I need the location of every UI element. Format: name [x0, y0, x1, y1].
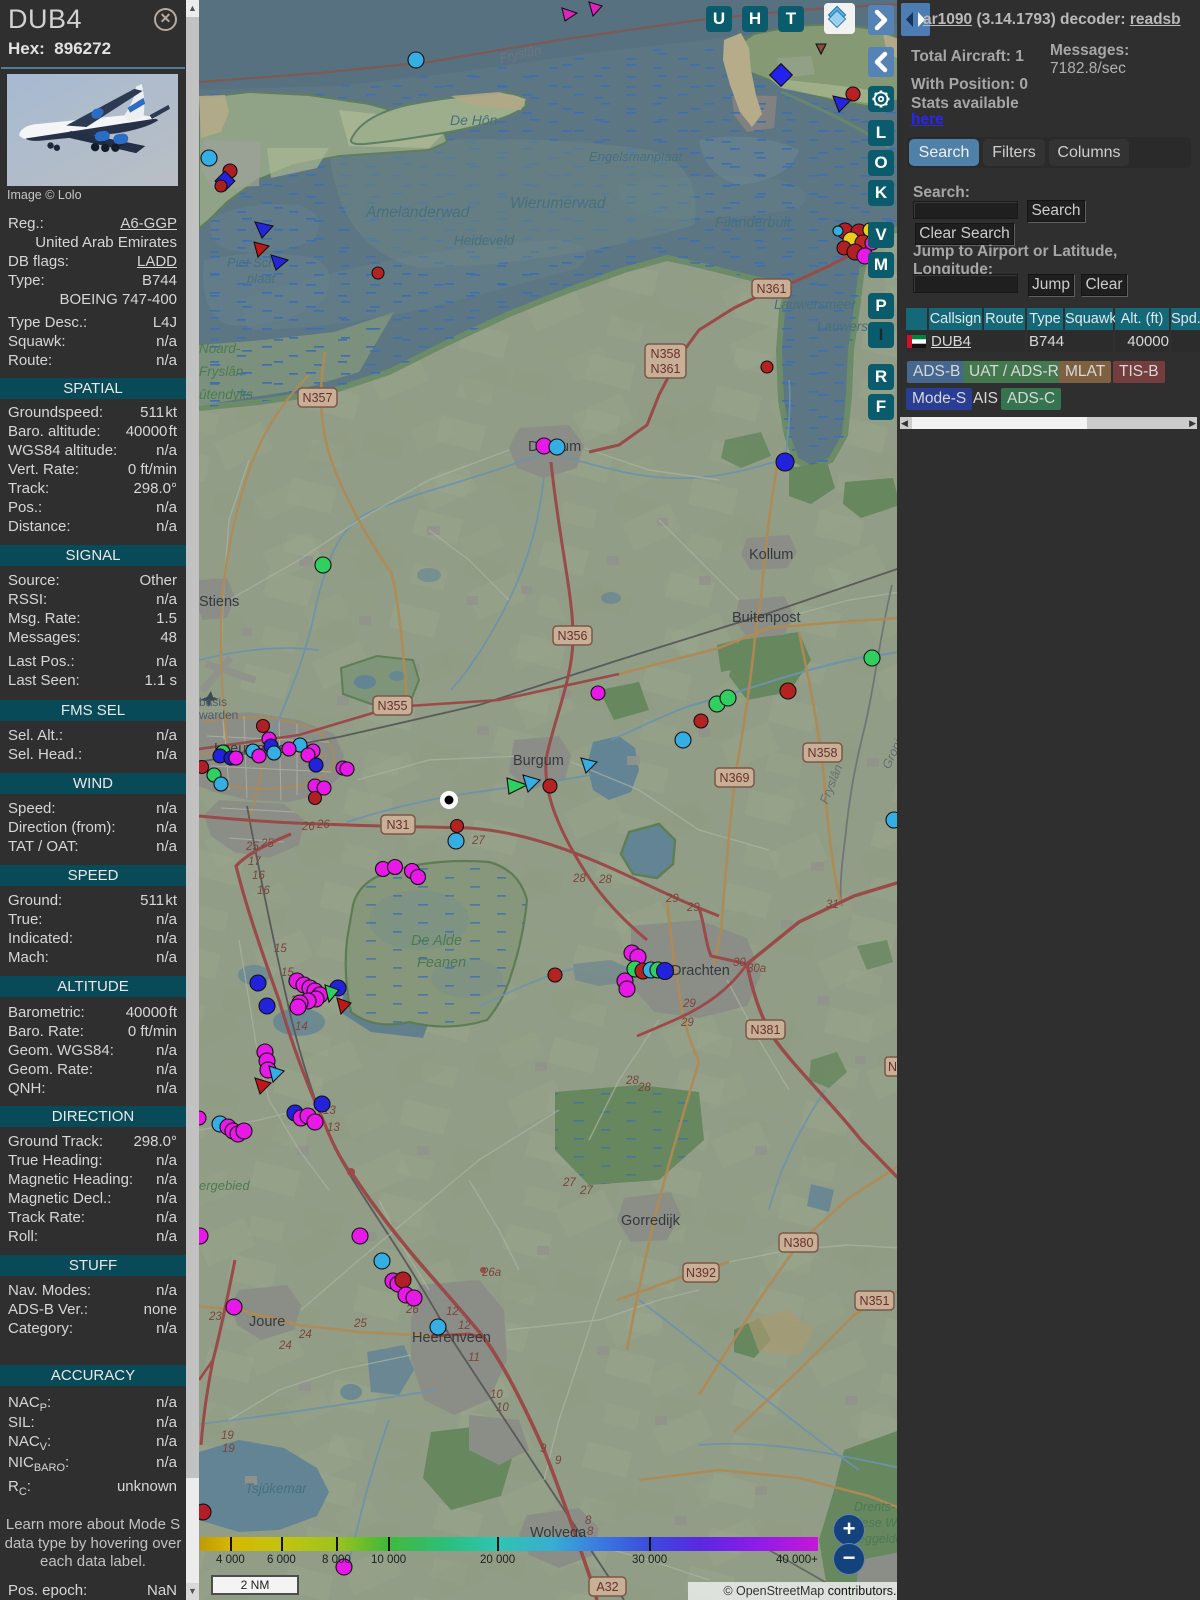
svg-text:N358: N358	[808, 746, 838, 760]
svg-text:Heerenveen: Heerenveen	[412, 1330, 491, 1346]
svg-text:Amelanderwad: Amelanderwad	[365, 204, 471, 221]
svg-text:Drents-: Drents-	[854, 1500, 895, 1514]
svg-text:25: 25	[353, 1318, 367, 1330]
svg-text:Drachten: Drachten	[671, 963, 730, 979]
svg-text:25: 25	[245, 841, 259, 853]
svg-text:Fryslân: Fryslân	[199, 364, 243, 379]
svg-text:15: 15	[274, 943, 287, 955]
svg-text:Heideveld: Heideveld	[454, 233, 515, 248]
svg-text:30: 30	[733, 957, 746, 969]
svg-text:De Alde: De Alde	[411, 933, 462, 949]
svg-text:Lauwersmeer: Lauwersmeer	[774, 297, 856, 312]
svg-text:14: 14	[295, 1021, 308, 1033]
svg-text:ûtendyks: ûtendyks	[199, 387, 253, 402]
svg-text:Gorredijk: Gorredijk	[621, 1213, 681, 1229]
svg-text:N31: N31	[387, 818, 410, 832]
svg-text:29: 29	[680, 1017, 694, 1029]
svg-text:Joure: Joure	[249, 1314, 285, 1330]
svg-text:Engelsmanplaat: Engelsmanplaat	[589, 149, 684, 164]
svg-text:warden: warden	[199, 708, 238, 722]
svg-text:9: 9	[540, 1443, 547, 1455]
svg-text:plaat: plaat	[246, 271, 277, 286]
svg-text:Noard-: Noard-	[199, 341, 241, 356]
svg-text:N361: N361	[757, 282, 787, 296]
svg-text:9: 9	[555, 1455, 562, 1467]
svg-text:N358: N358	[651, 347, 681, 361]
svg-text:Kollum: Kollum	[749, 547, 793, 563]
svg-text:Feanen: Feanen	[417, 955, 466, 971]
svg-text:30a: 30a	[747, 963, 766, 975]
svg-text:De Hôn: De Hôn	[450, 112, 498, 128]
svg-text:N355: N355	[378, 699, 408, 713]
svg-text:basis: basis	[199, 695, 227, 709]
svg-text:29: 29	[686, 902, 700, 914]
svg-text:19: 19	[222, 1443, 235, 1455]
svg-text:24: 24	[278, 1340, 292, 1352]
svg-text:Tsjûkemar: Tsjûkemar	[245, 1481, 307, 1496]
svg-text:N392: N392	[686, 1266, 716, 1280]
svg-text:N380: N380	[784, 1236, 814, 1250]
svg-text:N369: N369	[720, 771, 750, 785]
svg-text:25: 25	[260, 838, 274, 850]
svg-text:29: 29	[665, 893, 679, 905]
svg-text:13: 13	[327, 1122, 340, 1134]
svg-text:28: 28	[572, 873, 586, 885]
svg-text:A32: A32	[596, 1580, 618, 1594]
svg-text:Stiens: Stiens	[199, 594, 239, 610]
svg-text:27: 27	[562, 1177, 576, 1189]
svg-text:24: 24	[298, 1329, 312, 1341]
svg-text:N361: N361	[651, 362, 681, 376]
svg-text:17: 17	[248, 856, 261, 868]
svg-text:28: 28	[598, 874, 612, 886]
svg-text:26: 26	[301, 821, 315, 833]
svg-text:Wierumerwad: Wierumerwad	[510, 195, 607, 212]
svg-text:19: 19	[221, 1430, 234, 1442]
svg-text:16: 16	[257, 885, 270, 897]
svg-text:16: 16	[252, 870, 265, 882]
svg-text:12: 12	[446, 1306, 459, 1318]
svg-text:N356: N356	[558, 629, 588, 643]
svg-text:29: 29	[682, 998, 696, 1010]
svg-text:Burgum: Burgum	[513, 753, 564, 769]
svg-text:ergebied: ergebied	[199, 1178, 250, 1193]
svg-text:27: 27	[471, 835, 485, 847]
svg-text:Buitenpost: Buitenpost	[732, 610, 801, 626]
svg-text:31: 31	[826, 899, 839, 911]
svg-text:10: 10	[496, 1402, 509, 1414]
svg-text:11: 11	[468, 1352, 480, 1364]
svg-text:26a: 26a	[481, 1267, 501, 1279]
svg-text:N357: N357	[303, 391, 333, 405]
svg-text:N381: N381	[751, 1023, 781, 1037]
svg-text:26: 26	[316, 819, 330, 831]
svg-text:Filanderbult: Filanderbult	[715, 215, 792, 231]
svg-text:28: 28	[637, 1082, 651, 1094]
svg-text:10: 10	[490, 1389, 503, 1401]
svg-text:N351: N351	[860, 1294, 890, 1308]
svg-text:23: 23	[208, 1311, 222, 1323]
svg-text:12: 12	[458, 1320, 471, 1332]
svg-text:27: 27	[579, 1185, 593, 1197]
